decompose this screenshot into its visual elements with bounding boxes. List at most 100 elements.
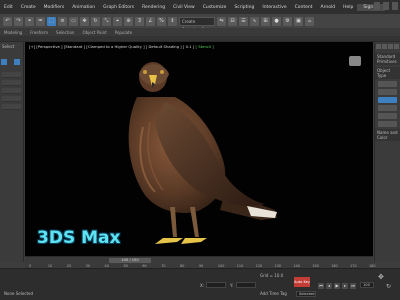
display-icon[interactable] — [14, 59, 21, 65]
scene-explorer-label: Select — [2, 44, 15, 49]
scene-explorer-panel: Select — [0, 42, 24, 262]
tab-object-paint[interactable]: Object Paint — [82, 30, 106, 35]
timeline[interactable]: 100 / 100 0 10 20 30 40 50 60 70 80 90 100 110 120 13… — [25, 256, 375, 268]
object-type-rollout[interactable]: Object Type — [375, 67, 400, 79]
primitive-button[interactable] — [378, 113, 397, 119]
select-region-icon[interactable]: ▭ — [69, 16, 78, 26]
scale-icon[interactable]: ⤡ — [102, 16, 111, 26]
y-label: Y: — [230, 283, 234, 288]
angle-snap-icon[interactable]: ∠ — [146, 16, 155, 26]
auto-key-button[interactable]: Auto Key — [294, 277, 310, 287]
select-by-name-icon[interactable]: ≡ — [58, 16, 67, 26]
list-item[interactable] — [2, 96, 21, 102]
minimize-icon[interactable] — [374, 2, 380, 10]
grid-text: Grid = 10.0 — [260, 273, 284, 278]
menu-content[interactable]: Content — [291, 5, 317, 10]
primitives-dropdown[interactable]: Standard Primitives — [375, 53, 400, 65]
primitive-button[interactable] — [378, 81, 397, 87]
playback-controls: ⏮ ◂ ▶ ▸ ⏭ — [318, 283, 356, 289]
x-field[interactable] — [206, 282, 226, 288]
create-tab-icon[interactable] — [376, 44, 381, 49]
status-bar: None Selected X: Y: Grid = 10.0 Add Time… — [0, 268, 400, 300]
rotate-icon[interactable]: ↻ — [91, 16, 100, 26]
selection-set-dropdown[interactable]: Create Selection Set — [179, 16, 215, 32]
render-frame-icon[interactable]: ▣ — [294, 16, 303, 26]
main-toolbar: ↶ ↷ ⚭ ⚮ ⬚ ≡ ▭ ✥ ↻ ⤡ ⌖ ⊕ 3 ∠ % ⇕ Create S… — [0, 14, 400, 32]
watermark-text: 3DS Max — [37, 228, 121, 248]
undo-icon[interactable]: ↶ — [3, 16, 12, 26]
x-label: X: — [200, 283, 205, 288]
menu-bar: Edit Create Modifiers Animation Graph Ed… — [0, 0, 400, 14]
curve-editor-icon[interactable]: ∿ — [250, 16, 259, 26]
select-object-icon[interactable]: ⬚ — [47, 16, 56, 26]
perspective-viewport[interactable]: [+] [Perspective ] [Standard ] [Clamped … — [25, 42, 373, 256]
name-color-rollout[interactable]: Name and Color — [375, 129, 400, 141]
filter-icon[interactable] — [1, 59, 7, 65]
window-controls — [374, 2, 398, 10]
time-slider[interactable]: 100 / 100 — [109, 258, 151, 263]
coordinate-system-icon[interactable]: ⌖ — [113, 16, 122, 26]
menu-create[interactable]: Create — [17, 5, 40, 10]
snap-icon[interactable]: 3 — [135, 16, 144, 26]
schematic-icon[interactable]: ⊞ — [261, 16, 270, 26]
pivot-icon[interactable]: ⊕ — [124, 16, 133, 26]
list-item[interactable] — [2, 88, 21, 94]
primitive-button[interactable] — [378, 105, 397, 111]
tab-populate[interactable]: Populate — [115, 30, 132, 35]
selection-status: None Selected — [4, 291, 34, 296]
go-start-icon[interactable]: ⏮ — [318, 283, 324, 289]
list-item[interactable] — [2, 72, 21, 78]
modify-tab-icon[interactable] — [382, 44, 387, 49]
primitive-button[interactable] — [378, 89, 397, 95]
add-time-tag[interactable]: Add Time Tag — [260, 291, 287, 296]
link-icon[interactable]: ⚭ — [25, 16, 34, 26]
go-end-icon[interactable]: ⏭ — [350, 283, 356, 289]
maximize-icon[interactable] — [383, 2, 389, 10]
render-setup-icon[interactable]: ⚙ — [283, 16, 292, 26]
menu-edit[interactable]: Edit — [0, 5, 17, 10]
selected-dropdown[interactable]: Selected — [296, 291, 316, 297]
menu-animation[interactable]: Animation — [68, 5, 99, 10]
frame-field[interactable]: 100 — [360, 282, 374, 288]
menu-civil-view[interactable]: Civil View — [169, 5, 199, 10]
menu-scripting[interactable]: Scripting — [230, 5, 258, 10]
align-icon[interactable]: ⊟ — [228, 16, 237, 26]
hierarchy-tab-icon[interactable] — [388, 44, 393, 49]
redo-icon[interactable]: ↷ — [14, 16, 23, 26]
menu-arnold[interactable]: Arnold — [317, 5, 340, 10]
tab-freeform[interactable]: Freeform — [30, 30, 48, 35]
render-icon[interactable]: ☕ — [305, 16, 314, 26]
eagle-model[interactable] — [25, 42, 373, 256]
primitive-button[interactable] — [378, 121, 397, 127]
menu-customize[interactable]: Customize — [199, 5, 231, 10]
menu-rendering[interactable]: Rendering — [138, 5, 169, 10]
mirror-icon[interactable]: ⇋ — [217, 16, 226, 26]
play-icon[interactable]: ▶ — [334, 283, 340, 289]
layers-icon[interactable]: ☰ — [239, 16, 248, 26]
y-field[interactable] — [236, 282, 256, 288]
material-editor-icon[interactable]: ● — [272, 16, 281, 26]
prev-frame-icon[interactable]: ◂ — [326, 283, 332, 289]
list-item[interactable] — [2, 80, 21, 86]
list-item[interactable] — [2, 104, 21, 110]
command-panel: Standard Primitives Object Type Name and… — [374, 42, 400, 262]
primitive-button[interactable] — [378, 97, 397, 103]
spinner-snap-icon[interactable]: ⇕ — [168, 16, 177, 26]
orbit-icon[interactable]: ↻ — [386, 283, 391, 290]
zoom-icon[interactable]: ✥ — [378, 273, 384, 281]
app-window: Edit Create Modifiers Animation Graph Ed… — [0, 0, 400, 300]
command-panel-tabs — [375, 42, 400, 51]
tab-selection[interactable]: Selection — [56, 30, 74, 35]
move-icon[interactable]: ✥ — [80, 16, 89, 26]
ribbon-tabs: Modeling Freeform Selection Object Paint… — [0, 28, 400, 36]
motion-tab-icon[interactable] — [394, 44, 399, 49]
unlink-icon[interactable]: ⚮ — [36, 16, 45, 26]
menu-help[interactable]: Help — [339, 5, 357, 10]
menu-interactive[interactable]: Interactive — [258, 5, 290, 10]
menu-modifiers[interactable]: Modifiers — [40, 5, 69, 10]
next-frame-icon[interactable]: ▸ — [342, 283, 348, 289]
tab-modeling[interactable]: Modeling — [4, 30, 22, 35]
menu-graph-editors[interactable]: Graph Editors — [99, 5, 138, 10]
close-icon[interactable] — [392, 2, 398, 10]
percent-snap-icon[interactable]: % — [157, 16, 166, 26]
